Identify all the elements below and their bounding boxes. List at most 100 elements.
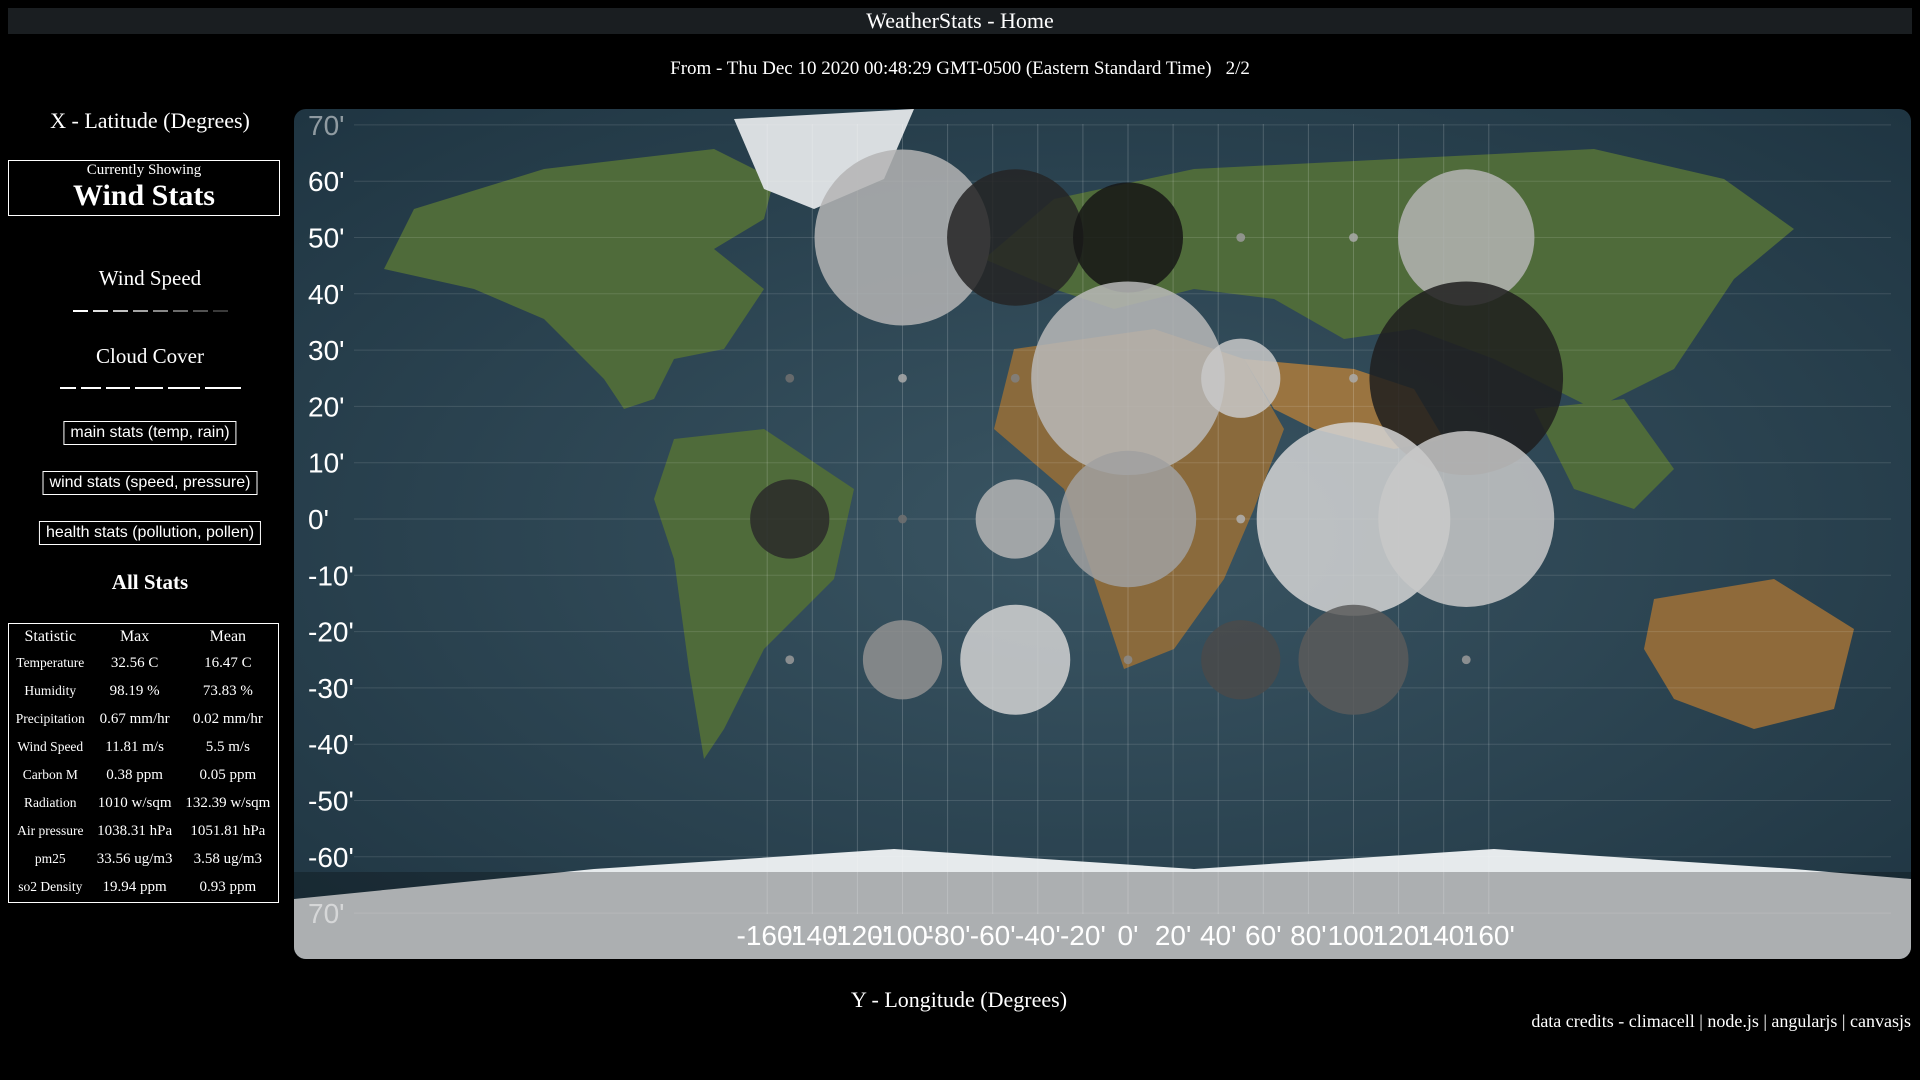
currently-showing-box: Currently Showing Wind Stats [8,160,280,216]
data-point[interactable] [1349,233,1358,242]
column-header-mean: Mean [209,628,247,645]
data-point[interactable] [785,655,795,665]
data-point[interactable] [898,514,907,524]
stat-max: 19.94 ppm [102,879,167,895]
data-point[interactable] [1378,431,1555,607]
stat-max: 98.19 % [109,683,160,699]
stats-table: Statistic Max Mean Temperature 32.56 C 16.… [8,623,279,903]
stat-mean: 5.5 m/s [205,739,250,755]
data-point[interactable] [862,620,943,700]
stat-name: Humidity [24,683,77,698]
legend-swatch [204,387,241,389]
legend-swatch [152,310,168,312]
data-point[interactable] [1349,373,1358,383]
table-row: Air pressure 1038.31 hPa 1051.81 hPa [11,818,276,844]
data-point[interactable] [1059,450,1197,588]
data-point[interactable] [1236,514,1246,524]
y-tick-label: 60' [308,166,345,197]
stat-mean: 0.02 mm/hr [192,711,263,727]
wind-speed-legend-title: Wind Speed [98,266,202,290]
stat-name: Precipitation [15,711,85,726]
legend-swatch [132,310,148,312]
data-credits: data credits - climacell | node.js | ang… [1531,1011,1911,1031]
stat-name: pm25 [34,851,66,866]
table-row: Temperature 32.56 C 16.47 C [11,650,276,676]
stat-name: Radiation [24,795,77,810]
x-axis-label: X - Latitude (Degrees) [50,108,250,133]
currently-showing-label: Currently Showing [86,162,202,178]
y-tick-label: 0' [308,504,329,535]
legend-swatch [134,387,163,389]
table-header-row: Statistic Max Mean [11,626,276,648]
y-tick-label: 40' [308,279,345,310]
legend-swatch [59,387,76,389]
y-tick-label: 70' [308,110,345,141]
y-tick-label: 30' [308,335,345,366]
table-row: Humidity 98.19 % 73.83 % [11,678,276,704]
legend-swatch [167,387,200,389]
legend-swatch [105,387,130,389]
y-tick-label: 20' [308,391,345,422]
stat-name: Wind Speed [17,739,84,754]
x-tick-label: -20' [1060,920,1106,951]
stat-mean: 0.05 ppm [199,767,257,783]
health-stats-button[interactable]: health stats (pollution, pollen) [38,521,262,545]
data-point[interactable] [1123,655,1133,665]
date-range-header: From - Thu Dec 10 2020 00:48:29 GMT-0500… [0,58,1920,80]
x-tick-label: 60' [1245,920,1282,951]
stat-name: Temperature [16,655,85,670]
y-tick-label: -10' [308,560,354,591]
data-point[interactable] [785,373,795,383]
stat-max: 0.67 mm/hr [99,711,170,727]
x-tick-label: 80' [1290,920,1327,951]
data-point[interactable] [1031,281,1225,476]
data-point[interactable] [1201,620,1281,700]
stat-mean: 16.47 C [204,655,252,671]
legend-swatch [192,310,208,312]
x-tick-label: 40' [1200,920,1237,951]
stat-name: Air pressure [17,823,84,838]
data-point[interactable] [1461,655,1471,665]
page-indicator: 2/2 [1225,58,1250,79]
stat-max: 1038.31 hPa [97,823,173,839]
data-point[interactable] [1073,182,1183,293]
world-map-chart[interactable]: 70' 60' 50' 40' 30' 20' 10' 0' -10' -20' -30' -40' -… [294,109,1911,959]
data-point[interactable] [1298,604,1409,715]
legend-swatch [92,310,108,312]
stat-mean: 73.83 % [202,683,253,699]
app-title[interactable]: WeatherStats - Home [8,8,1912,34]
data-point[interactable] [947,169,1084,306]
table-row: Radiation 1010 w/sqm 132.39 w/sqm [11,790,276,816]
main-stats-button[interactable]: main stats (temp, rain) [63,421,237,445]
data-point[interactable] [1236,233,1246,242]
y-tick-label: 50' [308,223,345,254]
table-row: pm25 33.56 ug/m3 3.58 ug/m3 [11,846,276,872]
data-point[interactable] [1010,373,1020,383]
x-tick-label: -60' [970,920,1016,951]
stat-max: 32.56 C [110,655,159,671]
x-tick-label: 0' [1118,920,1139,951]
x-tick-label: -80' [925,920,971,951]
y-axis-label: Y - Longitude (Degrees) [850,987,1068,1012]
x-tick-label: -40' [1015,920,1061,951]
data-point[interactable] [750,479,830,559]
from-date-text: From - Thu Dec 10 2020 00:48:29 GMT-0500… [670,58,1212,79]
stat-mean: 132.39 w/sqm [185,795,271,811]
data-point[interactable] [960,604,1071,715]
y-tick-label: -30' [308,673,354,704]
stat-max: 1010 w/sqm [97,795,172,811]
currently-showing-value: Wind Stats [72,179,215,212]
data-point[interactable] [1201,338,1281,418]
y-tick-label: 70' [308,898,345,929]
data-point[interactable] [898,373,907,383]
chart-canvas[interactable]: 70'60'50'40'30'20'10'0'-10'-20'-30'-40'-… [294,109,1911,959]
wind-stats-button[interactable]: wind stats (speed, pressure) [42,471,258,495]
x-tick-labels: -160'-140'-120'-100'-80' -60' -40' -20' 0' 20… [737,920,1515,951]
data-point[interactable] [975,479,1055,559]
x-tick-label: 20' [1155,920,1192,951]
legend-swatch [112,310,128,312]
table-row: so2 Density 19.94 ppm 0.93 ppm [11,874,276,900]
table-row: Precipitation 0.67 mm/hr 0.02 mm/hr [11,706,276,732]
legend-swatch [212,310,228,312]
y-tick-label: -60' [308,842,354,873]
